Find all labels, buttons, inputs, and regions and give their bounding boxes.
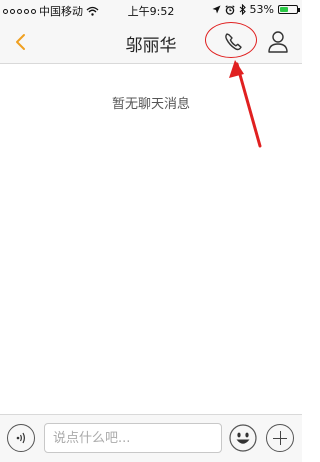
person-icon[interactable] [265, 28, 291, 56]
voice-wave-icon [16, 432, 25, 444]
message-input[interactable] [44, 423, 222, 453]
emoji-icon[interactable] [229, 424, 257, 452]
location-icon [212, 5, 221, 14]
status-bar: 中国移动 上午9:52 53% [0, 0, 302, 20]
voice-button[interactable] [7, 424, 35, 452]
bluetooth-icon [239, 4, 246, 15]
battery-icon [278, 5, 300, 14]
alarm-icon [224, 4, 235, 15]
add-attachment-button[interactable] [266, 424, 294, 452]
input-bar [0, 414, 302, 462]
status-right: 53% [212, 3, 300, 16]
battery-level-fill [280, 7, 289, 12]
phone-icon[interactable] [218, 28, 248, 56]
empty-chat-message: 暂无聊天消息 [111, 97, 190, 112]
battery-percent: 53% [249, 3, 274, 16]
page-title: 邬丽华 [125, 36, 177, 56]
